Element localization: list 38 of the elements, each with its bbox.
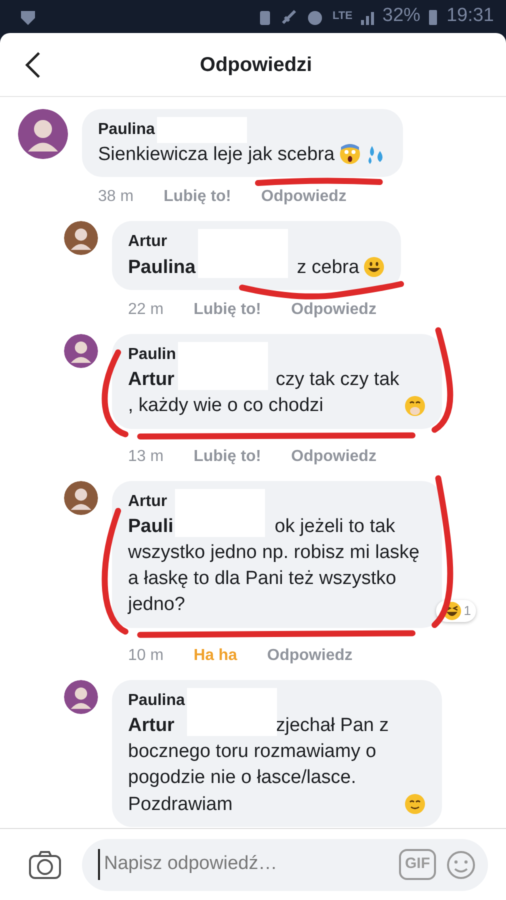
reply-link[interactable]: Odpowiedz bbox=[261, 185, 346, 210]
comment-text: Artur czy tak czy tak , każdy wie o co chodzi bbox=[128, 368, 400, 418]
author-name[interactable]: Artur bbox=[128, 490, 168, 513]
emoji-icon bbox=[446, 850, 476, 880]
reply-field[interactable]: Napisz odpowiedź… GIF bbox=[82, 838, 488, 890]
comment-time: 13 m bbox=[128, 446, 164, 467]
author-name[interactable]: Paulin bbox=[128, 344, 176, 366]
author-name[interactable]: Paulina bbox=[128, 690, 185, 712]
comment-text: Artur zjechał Pan z bocznego toru rozmawiamy o pogodzie nie o łasce/lasce. Pozdrawiam bbox=[128, 714, 390, 816]
like-link[interactable]: Lubię to! bbox=[194, 298, 262, 322]
battery-percent: 32% bbox=[382, 4, 420, 28]
scream-face-icon bbox=[338, 143, 361, 166]
hand-over-mouth-face-icon bbox=[404, 394, 426, 417]
author-name[interactable]: Artur bbox=[128, 231, 168, 254]
comment-text: Sienkiewicza leje jak scebra bbox=[98, 143, 335, 168]
smiling-face-icon bbox=[404, 792, 426, 815]
like-link[interactable]: Ha ha bbox=[194, 644, 238, 668]
reply-link[interactable]: Odpowiedz bbox=[267, 644, 352, 668]
like-link[interactable]: Lubię to! bbox=[164, 185, 232, 210]
comment-time: 10 m bbox=[128, 646, 164, 666]
reply-link[interactable]: Odpowiedz bbox=[291, 298, 376, 322]
battery-icon bbox=[428, 8, 438, 26]
gif-button[interactable]: GIF bbox=[399, 849, 436, 880]
reaction-number: 1 bbox=[464, 602, 471, 620]
comment-time: 22 m bbox=[128, 300, 164, 320]
comment-time: 38 m bbox=[98, 187, 134, 208]
reply-link[interactable]: Odpowiedz bbox=[291, 444, 376, 469]
screen-title: Odpowiedzi bbox=[198, 52, 314, 78]
reply-input[interactable]: Napisz odpowiedź… bbox=[98, 849, 389, 880]
back-icon bbox=[24, 50, 42, 78]
grinning-face-icon bbox=[363, 256, 386, 278]
camera-icon bbox=[28, 850, 62, 880]
network-type-label: LTE bbox=[332, 9, 352, 24]
like-link[interactable]: Lubię to! bbox=[194, 444, 262, 469]
clock-time: 19:31 bbox=[446, 4, 494, 28]
comment-text: Pauli ok jeżeli to tak wszystko jedno np. robisz mi laskę a łaskę to dla Pani też wszystko jedno? bbox=[128, 516, 420, 616]
author-name[interactable]: Paulina bbox=[98, 119, 155, 142]
comment-text: Paulina z cebra bbox=[128, 256, 360, 280]
